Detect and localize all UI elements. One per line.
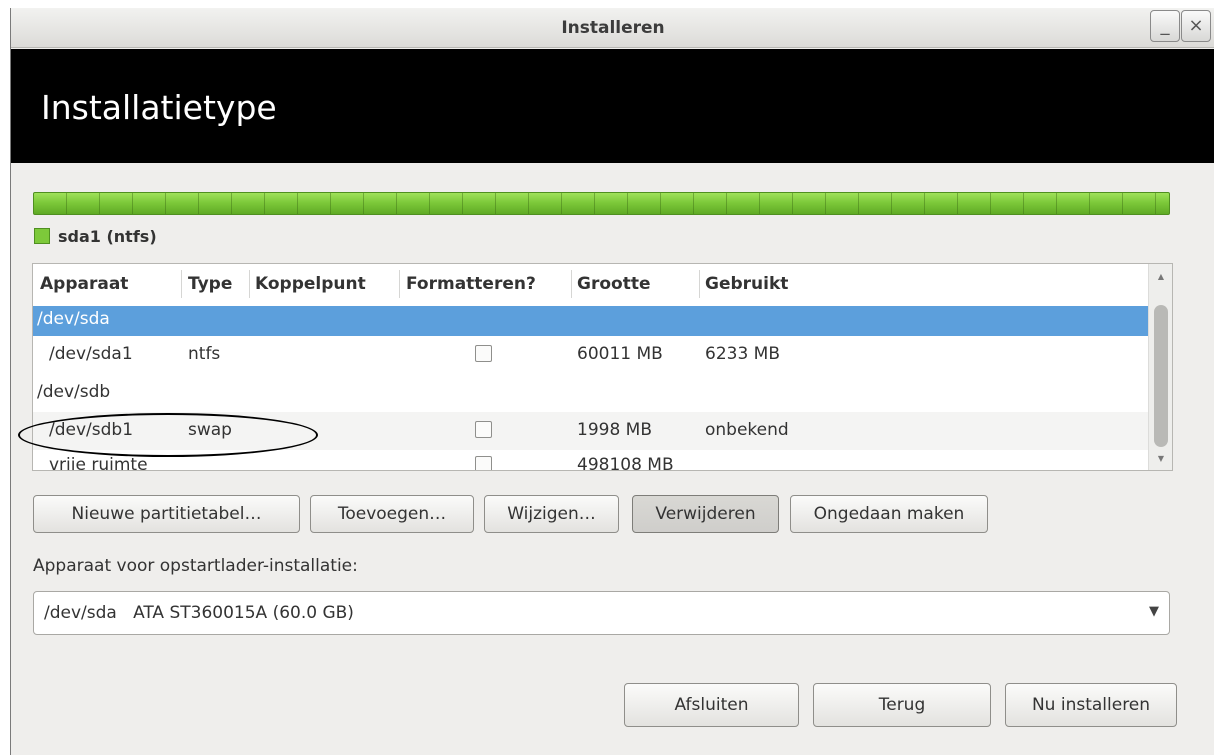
bootloader-selected-device: /dev/sda ATA ST360015A (60.0 GB) (44, 603, 354, 623)
add-button[interactable]: Toevoegen… (310, 495, 474, 533)
format-checkbox[interactable] (475, 421, 492, 438)
change-button[interactable]: Wijzigen… (484, 495, 619, 533)
page-header: Installatietype (11, 49, 1214, 163)
row-used: 6233 MB (705, 344, 780, 364)
close-button[interactable]: × (1181, 10, 1211, 42)
titlebar: Installeren _ × (11, 8, 1214, 48)
row-device: vrije ruimte (49, 455, 148, 471)
partition-legend: sda1 (ntfs) (34, 226, 157, 246)
column-header-mount[interactable]: Koppelpunt (255, 274, 366, 294)
row-type: ntfs (188, 344, 221, 364)
partition-swatch (34, 228, 50, 244)
row-size: 1998 MB (577, 420, 652, 440)
column-header-size[interactable]: Grootte (577, 274, 650, 294)
page-title: Installatietype (41, 88, 277, 127)
table-row[interactable]: /dev/sdb (33, 374, 1150, 412)
scroll-thumb[interactable] (1154, 305, 1168, 447)
quit-button[interactable]: Afsluiten (624, 683, 799, 727)
scroll-up-icon[interactable]: ▲ (1149, 272, 1172, 281)
bootloader-label: Apparaat voor opstartlader-installatie: (33, 556, 358, 576)
row-used: onbekend (705, 420, 789, 440)
row-device: /dev/sda1 (49, 344, 133, 364)
column-header-used[interactable]: Gebruikt (705, 274, 788, 294)
table-scrollbar[interactable]: ▲ ▼ (1148, 264, 1172, 470)
undo-button[interactable]: Ongedaan maken (790, 495, 988, 533)
back-button[interactable]: Terug (813, 683, 991, 727)
install-now-button[interactable]: Nu installeren (1005, 683, 1177, 727)
table-header: Apparaat Type Koppelpunt Formatteren? Gr… (33, 264, 1150, 306)
column-header-format[interactable]: Formatteren? (406, 274, 536, 294)
annotation-ellipse (18, 413, 318, 457)
column-header-type[interactable]: Type (188, 274, 232, 294)
row-size: 60011 MB (577, 344, 663, 364)
table-row[interactable]: /dev/sda (33, 306, 1150, 336)
row-size: 498108 MB (577, 455, 674, 471)
column-header-device[interactable]: Apparaat (40, 274, 128, 294)
chevron-down-icon: ▼ (1149, 604, 1159, 619)
minimize-button[interactable]: _ (1150, 10, 1180, 42)
bootloader-device-select[interactable]: /dev/sda ATA ST360015A (60.0 GB) ▼ (33, 591, 1170, 635)
format-checkbox[interactable] (475, 345, 492, 362)
partition-bar (33, 192, 1170, 215)
row-device: /dev/sdb (37, 382, 111, 402)
delete-button[interactable]: Verwijderen (632, 495, 779, 533)
table-row[interactable]: /dev/sda1 ntfs 60011 MB 6233 MB (33, 336, 1150, 374)
format-checkbox[interactable] (475, 456, 492, 470)
partition-legend-label: sda1 (ntfs) (58, 226, 157, 246)
new-partition-table-button[interactable]: Nieuwe partitietabel… (33, 495, 300, 533)
window-title: Installeren (561, 18, 665, 38)
row-device: /dev/sda (37, 309, 110, 329)
scroll-down-icon[interactable]: ▼ (1149, 454, 1172, 463)
